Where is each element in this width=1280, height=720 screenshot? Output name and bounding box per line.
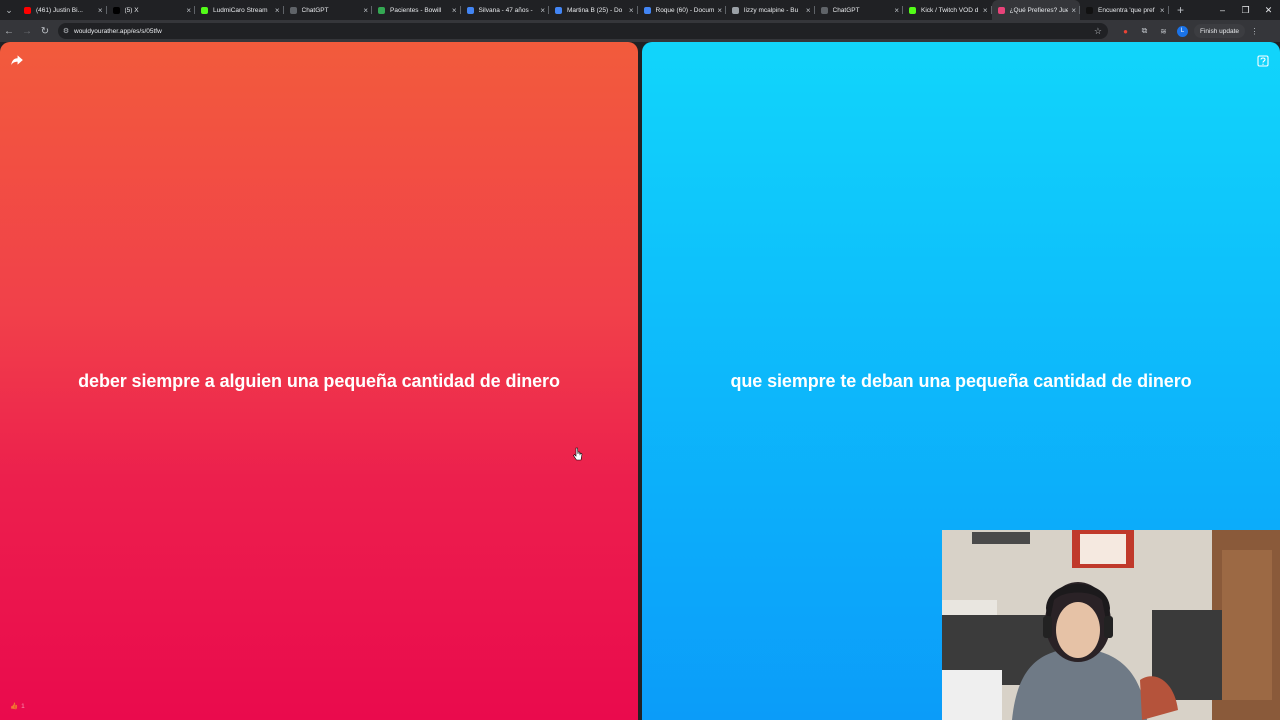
tab-title: Roque (60) - Docum (655, 6, 715, 14)
menu-dots-icon[interactable]: ⋮ (1245, 20, 1264, 42)
minimize-icon[interactable]: – (1211, 0, 1234, 20)
extensions-puzzle-icon[interactable]: ⧉ (1135, 20, 1154, 42)
tab-favicon-icon (555, 6, 562, 14)
tab-close-icon[interactable]: × (275, 6, 280, 15)
tab-title: Martina B (25) - Do (567, 6, 623, 14)
back-icon[interactable]: ← (0, 20, 18, 42)
tab-title: ChatGPT (301, 6, 329, 14)
tab-close-icon[interactable]: × (894, 6, 899, 15)
tabs: (461) Justin Bi... × (5) X × LudmiCaro Strea… (18, 0, 1169, 20)
tab-close-icon[interactable]: × (98, 6, 103, 15)
close-window-icon[interactable]: ✕ (1257, 0, 1280, 20)
tab-favicon-icon (378, 6, 385, 14)
browser-toolbar: ← → ↻ ⚙ wouldyourather.app/es/s/05tfw ☆ … (0, 20, 1280, 42)
tab-favicon-icon (820, 6, 828, 14)
browser-tab[interactable]: Silvana - 47 años - × (461, 0, 550, 20)
tab-favicon-icon (909, 6, 916, 14)
browser-tab[interactable]: Kick / Twitch VOD d × (903, 0, 992, 20)
tab-title: Encuentra 'que pref (1098, 6, 1155, 14)
tab-favicon-icon (466, 6, 474, 14)
tab-close-icon[interactable]: × (452, 6, 457, 15)
tab-close-icon[interactable]: × (629, 6, 634, 15)
tab-title: (5) X (124, 6, 139, 14)
browser-tab[interactable]: LudmiCaro Stream × (195, 0, 284, 20)
tab-title: Pacientes - Bowill (390, 6, 442, 14)
browser-tab[interactable]: Encuentra 'que pref × (1080, 0, 1169, 20)
browser-tab[interactable]: Pacientes - Bowill × (372, 0, 461, 20)
tab-close-icon[interactable]: × (1071, 6, 1076, 15)
browser-tab[interactable]: Roque (60) - Docum × (638, 0, 727, 20)
tab-close-icon[interactable]: × (1160, 6, 1165, 15)
share-icon[interactable] (10, 53, 24, 67)
tab-title: Kick / Twitch VOD d (921, 6, 979, 14)
tab-favicon-icon (643, 6, 651, 14)
tab-favicon-icon (289, 6, 297, 14)
finish-update-button[interactable]: Finish update (1194, 24, 1246, 38)
forward-icon[interactable]: → (18, 20, 36, 42)
browser-tab[interactable]: ChatGPT × (815, 0, 904, 20)
browser-tab[interactable]: (5) X × (107, 0, 196, 20)
thumbs-up-icon: 👍 (10, 703, 19, 710)
option-right-text: que siempre te deban una pequeña cantida… (730, 370, 1192, 391)
tab-favicon-icon (24, 6, 31, 14)
help-icon[interactable] (1257, 55, 1269, 67)
tab-search-icon[interactable]: ⌄ (0, 0, 18, 20)
likes-count: 1 (21, 702, 25, 710)
option-left-text: deber siempre a alguien una pequeña cant… (78, 370, 560, 391)
new-tab-icon[interactable]: + (1174, 3, 1188, 17)
tab-strip: ⌄ (461) Justin Bi... × (5) X × LudmiCaro Str… (0, 0, 1280, 20)
window-controls: – ❐ ✕ (1211, 0, 1280, 20)
tab-close-icon[interactable]: × (806, 6, 811, 15)
webcam-overlay (942, 530, 1280, 720)
webcam-image (942, 530, 1280, 720)
tab-title: (461) Justin Bi... (36, 6, 83, 14)
option-left-panel[interactable]: deber siempre a alguien una pequeña cant… (0, 42, 638, 720)
tab-title: LudmiCaro Stream (213, 6, 268, 14)
tab-close-icon[interactable]: × (186, 6, 191, 15)
tab-title: lizzy mcalpine - Bu (744, 6, 799, 14)
media-control-icon[interactable]: ≋ (1154, 20, 1173, 42)
tab-favicon-icon (112, 6, 120, 14)
mouse-cursor (573, 447, 583, 461)
restore-icon[interactable]: ❐ (1234, 0, 1257, 20)
extension-icon[interactable]: ● (1116, 20, 1135, 42)
profile-avatar[interactable]: L (1177, 25, 1188, 37)
site-info-icon[interactable]: ⚙ (58, 27, 74, 35)
browser-tab[interactable]: ¿Qué Prefieres? Jue × (991, 0, 1080, 20)
tab-title: ChatGPT (832, 6, 860, 14)
browser-tab[interactable]: Martina B (25) - Do × (549, 0, 638, 20)
tab-close-icon[interactable]: × (983, 6, 988, 15)
tab-favicon-icon (732, 6, 739, 14)
tab-favicon-icon (1086, 6, 1093, 14)
browser-tab[interactable]: lizzy mcalpine - Bu × (726, 0, 815, 20)
address-bar[interactable]: ⚙ wouldyourather.app/es/s/05tfw ☆ (58, 23, 1108, 39)
bookmark-star-icon[interactable]: ☆ (1094, 26, 1102, 37)
browser-tab[interactable]: (461) Justin Bi... × (18, 0, 107, 20)
tab-close-icon[interactable]: × (717, 6, 722, 15)
reload-icon[interactable]: ↻ (36, 20, 54, 42)
tab-favicon-icon (201, 6, 208, 14)
tab-close-icon[interactable]: × (540, 6, 545, 15)
tab-favicon-icon (997, 6, 1005, 14)
extension-icons: ● ⧉ ≋ L Finish update ⋮ (1116, 20, 1264, 42)
tab-title: ¿Qué Prefieres? Jue (1009, 6, 1069, 14)
url-text: wouldyourather.app/es/s/05tfw (74, 27, 162, 35)
tab-close-icon[interactable]: × (363, 6, 368, 15)
tab-title: Silvana - 47 años - (478, 6, 533, 14)
likes-counter[interactable]: 👍 1 (10, 702, 25, 711)
browser-tab[interactable]: ChatGPT × (284, 0, 373, 20)
